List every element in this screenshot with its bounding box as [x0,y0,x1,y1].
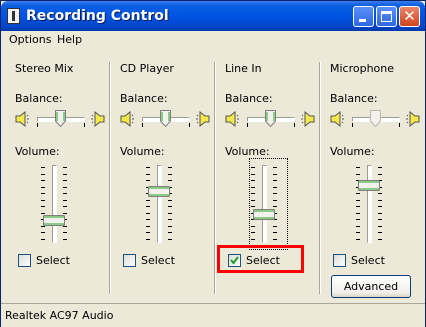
balance-slider-row [330,108,425,130]
mixer-panel: Stereo Mix Balance: Volume: Select CD Pl… [1,50,425,302]
volume-ticks-left [146,167,150,241]
volume-slider[interactable] [356,165,392,245]
balance-label: Balance: [15,92,63,105]
menu-help-label: Help [57,33,83,46]
advanced-label: Advanced [343,280,399,293]
volume-ticks-left [356,167,360,241]
volume-label: Volume: [120,145,165,158]
menu-help[interactable]: Help [57,33,82,46]
volume-slider[interactable] [146,165,182,245]
menu-options-label: Options [9,33,52,46]
speaker-right-icon [91,110,105,128]
speaker-left-icon [225,110,239,128]
volume-ticks-right [168,167,172,241]
speaker-left-icon [120,110,134,128]
selection-highlight [217,245,304,273]
close-button[interactable]: ✕ [399,6,420,27]
balance-label: Balance: [120,92,168,105]
status-bar: Realtek AC97 Audio [1,303,425,327]
maximize-button[interactable] [376,6,397,27]
speaker-right-icon [196,110,210,128]
volume-slider-thumb[interactable] [43,215,65,226]
window-title: Recording Control [26,8,169,24]
channel-name: Stereo Mix [15,62,74,75]
channel-name: Microphone [330,62,395,75]
channel-stereo-mix: Stereo Mix Balance: Volume: Select [5,50,110,302]
volume-ticks-right [63,167,67,241]
speaker-right-icon [406,110,420,128]
select-checkbox[interactable] [18,254,31,267]
volume-track[interactable] [52,165,57,243]
maximize-icon [381,11,392,22]
volume-ticks-right [378,167,382,241]
app-icon[interactable] [7,8,20,24]
select-checkbox[interactable] [333,254,346,267]
speaker-left-icon [15,110,29,128]
channel-name: CD Player [120,62,174,75]
volume-slider-thumb[interactable] [148,186,170,197]
select-checkbox[interactable] [123,254,136,267]
balance-slider-row [120,108,215,130]
menu-bar: Options Help [1,31,425,49]
minimize-icon [359,19,366,22]
volume-track[interactable] [157,165,162,243]
channel-name: Line In [225,62,262,75]
select-label: Select [141,254,175,267]
balance-slider-row [225,108,320,130]
select-label: Select [351,254,385,267]
balance-label: Balance: [330,92,378,105]
volume-slider[interactable] [41,165,77,245]
balance-slider-thumb[interactable] [265,110,276,128]
volume-label: Volume: [15,145,60,158]
menu-options[interactable]: Options [9,33,51,46]
close-icon: ✕ [403,7,416,25]
volume-track[interactable] [367,165,372,243]
volume-slider-thumb[interactable] [358,180,380,191]
balance-label: Balance: [225,92,273,105]
title-bar[interactable]: Recording Control ✕ [1,1,425,31]
minimize-button[interactable] [353,6,374,27]
advanced-button[interactable]: Advanced [331,275,411,298]
volume-ticks-left [41,167,45,241]
status-device-name: Realtek AC97 Audio [5,309,114,322]
balance-slider-thumb[interactable] [160,110,171,128]
select-label: Select [36,254,70,267]
speaker-right-icon [301,110,315,128]
recording-control-window: Recording Control ✕ Options Help Stereo … [0,0,426,327]
balance-slider-row [15,108,110,130]
speaker-left-icon [330,110,344,128]
balance-slider-thumb[interactable] [370,110,381,128]
balance-slider-thumb[interactable] [55,110,66,128]
focus-rectangle [249,158,288,250]
channel-microphone: Microphone Balance: Volume: Select [320,50,425,302]
volume-label: Volume: [330,145,375,158]
channel-cd-player: CD Player Balance: Volume: Select [110,50,215,302]
volume-label: Volume: [225,145,270,158]
